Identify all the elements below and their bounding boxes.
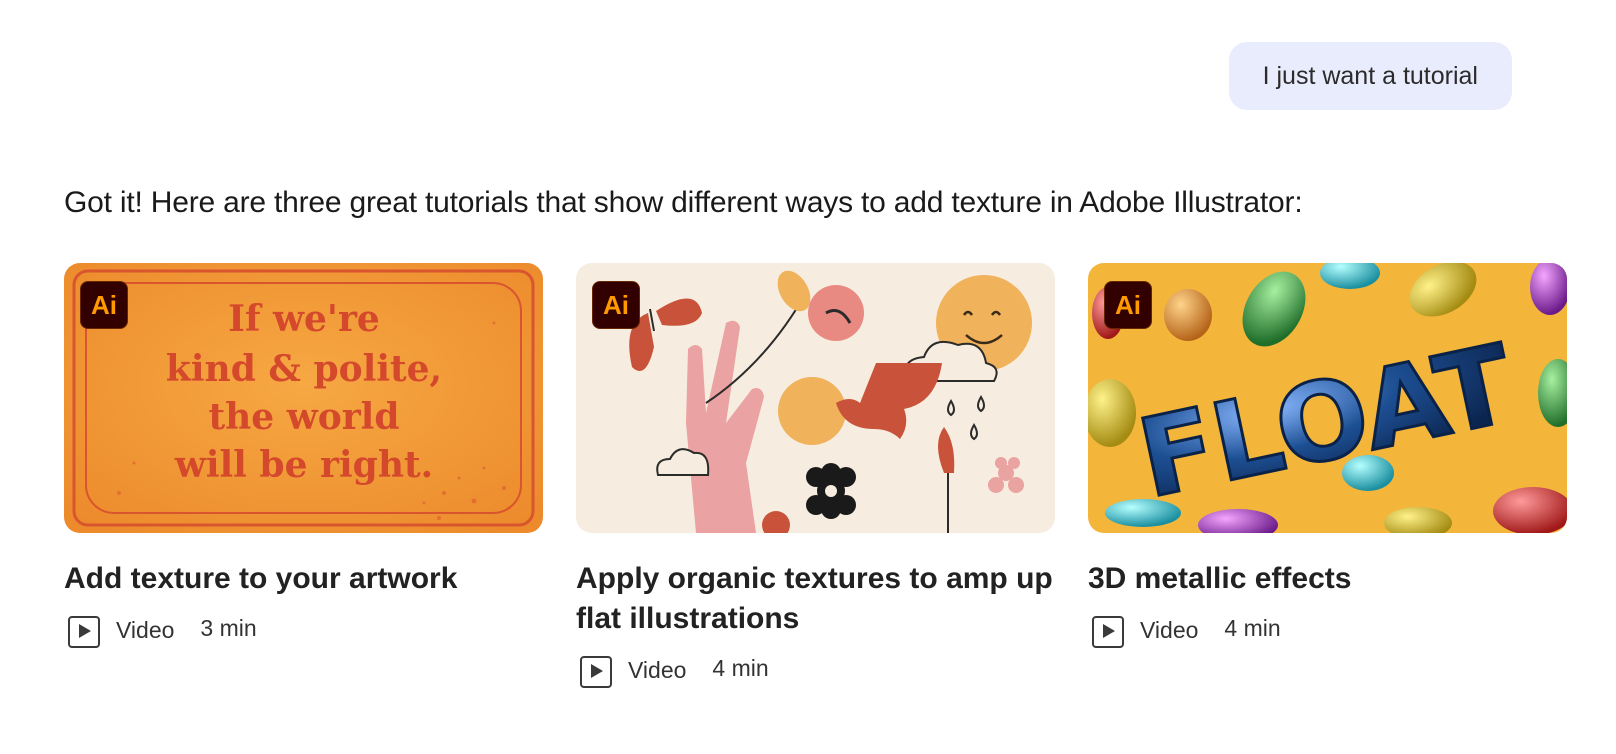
tutorial-title[interactable]: 3D metallic effects: [1088, 559, 1567, 599]
thumbnail-text-line: If we're: [228, 298, 380, 340]
tutorial-thumbnail[interactable]: If we're kind & polite, the world will b…: [64, 263, 543, 533]
tutorial-title[interactable]: Add texture to your artwork: [64, 559, 543, 599]
tutorial-card[interactable]: If we're kind & polite, the world will b…: [64, 263, 543, 685]
user-message-text: I just want a tutorial: [1262, 61, 1478, 90]
assistant-intro-text: Got it! Here are three great tutorials t…: [64, 186, 1303, 219]
duration-label: 4 min: [1224, 614, 1281, 641]
tutorial-card[interactable]: FLOAT Ai 3D metallic effects Video 4 min: [1088, 263, 1567, 685]
tutorial-cards: If we're kind & polite, the world will b…: [64, 263, 1567, 688]
illustrator-icon: Ai: [1104, 281, 1152, 329]
media-type-label: Video: [116, 616, 175, 643]
thumbnail-text-line: kind & polite,: [166, 348, 442, 390]
tutorial-thumbnail[interactable]: FLOAT Ai: [1088, 263, 1567, 533]
texture-artwork-image: If we're kind & polite, the world will b…: [64, 263, 543, 533]
illustrator-icon: Ai: [80, 281, 128, 329]
tutorial-meta: Video 4 min: [576, 653, 1055, 688]
video-play-icon: [580, 656, 612, 688]
organic-illustration-image: [576, 263, 1055, 533]
user-message-bubble: I just want a tutorial: [1228, 42, 1512, 110]
tutorial-meta: Video 4 min: [1088, 613, 1567, 648]
thumbnail-text-line: the world: [208, 396, 399, 438]
tutorial-thumbnail[interactable]: Ai: [576, 263, 1055, 533]
tutorial-title[interactable]: Apply organic textures to amp up flat il…: [576, 559, 1055, 639]
metallic-float-image: FLOAT: [1088, 263, 1567, 533]
thumbnail-text-line: will be right.: [174, 444, 433, 486]
tutorial-card[interactable]: Ai Apply organic textures to amp up flat…: [576, 263, 1055, 688]
duration-label: 3 min: [200, 614, 257, 641]
duration-label: 4 min: [712, 654, 769, 681]
media-type-label: Video: [628, 656, 687, 683]
video-play-icon: [68, 616, 100, 648]
media-type-label: Video: [1140, 616, 1199, 643]
video-play-icon: [1092, 616, 1124, 648]
illustrator-icon: Ai: [592, 281, 640, 329]
tutorial-meta: Video 3 min: [64, 613, 543, 648]
